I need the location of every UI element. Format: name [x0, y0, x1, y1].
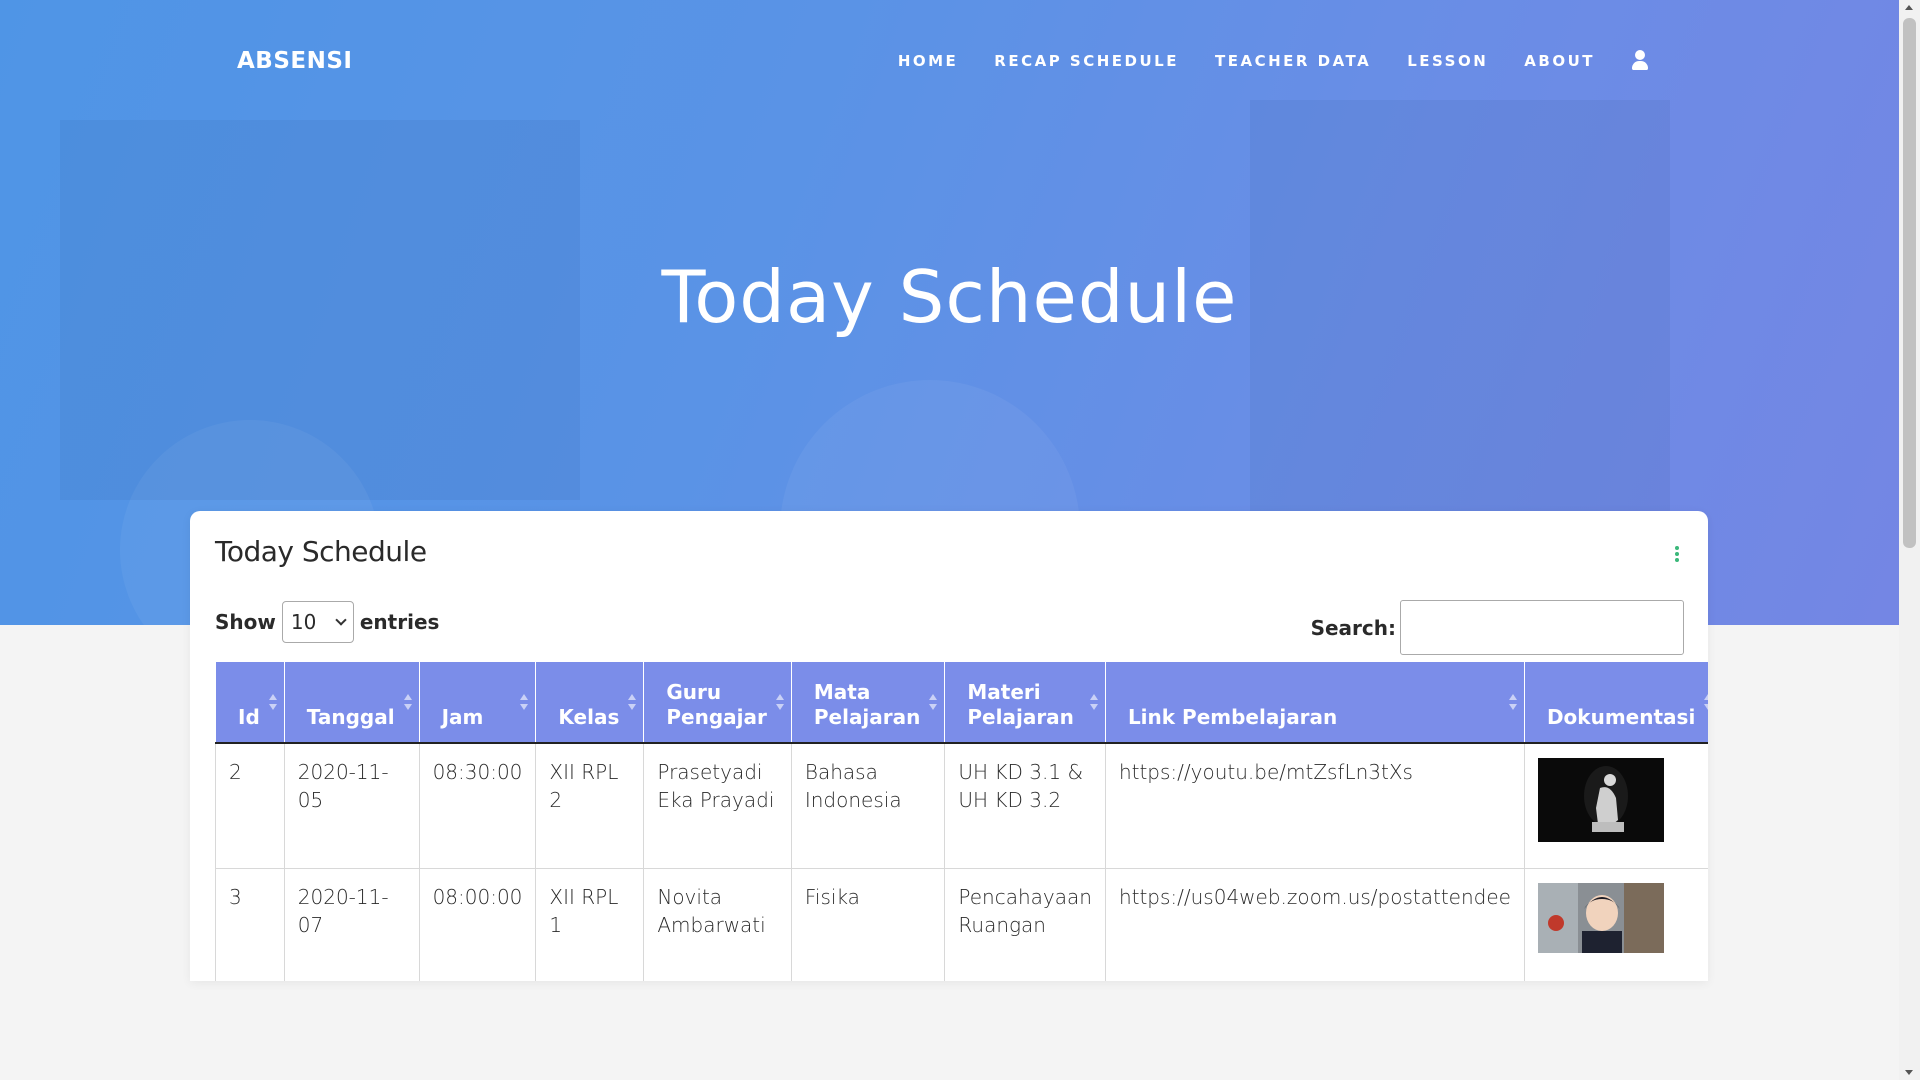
entries-label: entries [359, 610, 440, 634]
search-area: Search: [1311, 600, 1684, 655]
scroll-down-icon[interactable] [1905, 1070, 1913, 1075]
nav-recap-schedule[interactable]: RECAP SCHEDULE [994, 52, 1179, 70]
sort-icon [268, 694, 277, 712]
cell-materi: Pencahayaan Ruangan [944, 868, 1106, 981]
scrollbar-thumb[interactable] [1903, 18, 1916, 548]
documentation-thumbnail[interactable] [1537, 757, 1664, 842]
column-header-tanggal[interactable]: Tanggal [283, 661, 420, 744]
cell-link[interactable]: https://us04web.zoom.us/postattendee [1104, 868, 1525, 981]
hero-title: Today Schedule [661, 255, 1238, 339]
column-header-mata-pelajaran[interactable]: Mata Pelajaran [790, 661, 946, 744]
cell-tanggal: 2020-11-07 [283, 868, 420, 981]
sort-icon [775, 694, 784, 712]
page-scrollbar[interactable] [1899, 0, 1920, 1080]
nav-home[interactable]: HOME [898, 52, 958, 70]
cell-guru: Prasetyadi Eka Prayadi [643, 742, 792, 869]
column-header-kelas[interactable]: Kelas [535, 661, 645, 744]
brand-logo[interactable]: ABSENSI [237, 48, 352, 74]
table-row: 2 2020-11-05 08:30:00 XII RPL 2 Prasetya… [215, 742, 1708, 869]
show-label: Show [215, 610, 276, 634]
column-header-link-pembelajaran[interactable]: Link Pembelajaran [1104, 661, 1525, 744]
show-entries: Show 10 entries [215, 601, 439, 643]
schedule-card: Today Schedule Show 10 entries Search: I… [190, 511, 1708, 981]
documentation-thumbnail[interactable] [1537, 883, 1664, 953]
sort-icon [1704, 694, 1708, 712]
column-header-id[interactable]: Id [215, 661, 285, 744]
nav-teacher-data[interactable]: TEACHER DATA [1215, 52, 1371, 70]
sort-icon [1508, 694, 1517, 712]
cell-dokumentasi [1523, 742, 1708, 869]
cell-jam: 08:30:00 [418, 742, 537, 869]
schedule-table: Id Tanggal Jam Kelas Guru Pengajar Mata Pe… [215, 661, 1708, 981]
cell-id: 2 [215, 742, 285, 869]
cell-link[interactable]: https://youtu.be/mtZsfLn3tXs [1104, 742, 1525, 869]
search-input[interactable] [1400, 600, 1684, 655]
cell-guru: Novita Ambarwati [643, 868, 792, 981]
entries-select[interactable]: 10 [281, 601, 354, 643]
sort-icon [1089, 694, 1098, 712]
more-options-icon[interactable] [1675, 546, 1679, 562]
sort-icon [929, 694, 938, 712]
nav-menu: HOME RECAP SCHEDULE TEACHER DATA LESSON … [862, 50, 1649, 72]
sort-icon [520, 694, 529, 712]
column-header-jam[interactable]: Jam [418, 661, 537, 744]
sort-icon [628, 694, 637, 712]
cell-id: 3 [215, 868, 285, 981]
sort-icon [403, 694, 412, 712]
cell-mapel: Fisika [790, 868, 946, 981]
scroll-up-icon[interactable] [1905, 5, 1913, 10]
cell-materi: UH KD 3.1 & UH KD 3.2 [944, 742, 1106, 869]
cell-kelas: XII RPL 2 [535, 742, 645, 869]
cell-jam: 08:00:00 [418, 868, 537, 981]
column-header-dokumentasi[interactable]: Dokumentasi [1523, 661, 1708, 744]
table-row: 3 2020-11-07 08:00:00 XII RPL 1 Novita A… [215, 868, 1708, 981]
user-icon[interactable] [1631, 50, 1649, 72]
cell-mapel: Bahasa Indonesia [790, 742, 946, 869]
card-title: Today Schedule [215, 535, 427, 568]
chevron-down-icon [335, 614, 347, 626]
table-header-row: Id Tanggal Jam Kelas Guru Pengajar Mata Pe… [215, 661, 1708, 744]
cell-tanggal: 2020-11-05 [283, 742, 420, 869]
column-header-materi-pelajaran[interactable]: Materi Pelajaran [944, 661, 1106, 744]
search-label: Search: [1310, 615, 1396, 640]
top-navbar: ABSENSI HOME RECAP SCHEDULE TEACHER DATA… [0, 0, 1899, 120]
entries-select-value: 10 [290, 610, 317, 634]
nav-lesson[interactable]: LESSON [1407, 52, 1488, 70]
cell-kelas: XII RPL 1 [535, 868, 645, 981]
column-header-guru-pengajar[interactable]: Guru Pengajar [643, 661, 792, 744]
nav-about[interactable]: ABOUT [1524, 52, 1595, 70]
cell-dokumentasi [1523, 868, 1708, 981]
